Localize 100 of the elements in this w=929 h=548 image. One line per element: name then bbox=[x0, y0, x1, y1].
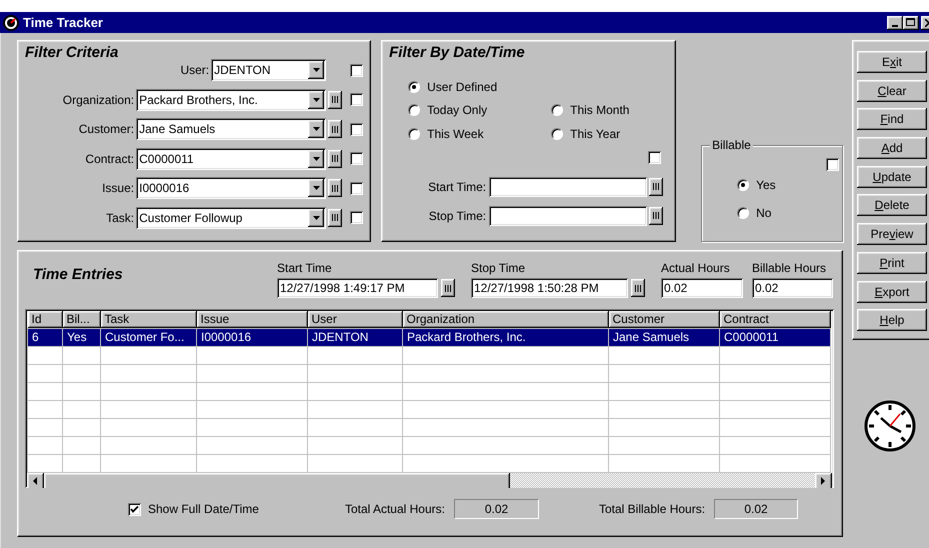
scrollbar-thumb[interactable] bbox=[44, 472, 510, 488]
dropdown-button[interactable] bbox=[308, 179, 324, 197]
action-button[interactable]: Exit bbox=[857, 51, 927, 73]
horizontal-scrollbar[interactable] bbox=[27, 472, 832, 488]
table-cell: C0000011 bbox=[720, 328, 830, 346]
lookup-button[interactable] bbox=[328, 208, 342, 226]
minimize-icon bbox=[892, 24, 898, 26]
input-field[interactable]: 0.02 bbox=[752, 278, 833, 298]
checkbox[interactable] bbox=[648, 150, 662, 164]
combo-box[interactable]: Packard Brothers, Inc. bbox=[136, 88, 326, 110]
left-arrow-icon bbox=[33, 477, 38, 485]
dropdown-button[interactable] bbox=[308, 61, 324, 79]
bars-icon bbox=[635, 284, 641, 292]
action-button[interactable]: Clear bbox=[857, 80, 927, 102]
table-cell: Jane Samuels bbox=[608, 328, 720, 346]
field-label: Start Time bbox=[277, 261, 333, 275]
field-label: User: bbox=[180, 63, 210, 77]
checkbox[interactable] bbox=[826, 158, 839, 171]
radio-button[interactable] bbox=[408, 80, 420, 93]
radio-button[interactable] bbox=[737, 207, 750, 219]
scroll-right-button[interactable] bbox=[815, 472, 832, 488]
column-header[interactable]: Id bbox=[28, 311, 62, 328]
input-field[interactable]: 12/27/1998 1:50:28 PM bbox=[471, 278, 628, 298]
checkbox[interactable] bbox=[350, 93, 364, 106]
column-header[interactable]: Organization bbox=[402, 311, 608, 328]
bars-icon bbox=[332, 126, 338, 132]
field-label: Contract: bbox=[85, 152, 134, 166]
action-button[interactable]: Find bbox=[857, 108, 927, 130]
combo-box[interactable]: C0000011 bbox=[136, 148, 326, 170]
input-field[interactable]: 12/27/1998 1:49:17 PM bbox=[277, 278, 438, 298]
option-label: Yes bbox=[756, 178, 776, 192]
checkbox[interactable] bbox=[350, 64, 364, 76]
column-header[interactable]: Customer bbox=[608, 311, 720, 328]
column-header[interactable]: Contract bbox=[720, 311, 830, 328]
input-field[interactable] bbox=[489, 176, 648, 196]
maximize-icon bbox=[906, 18, 916, 27]
bars-icon bbox=[332, 214, 338, 221]
maximize-button[interactable] bbox=[903, 16, 919, 30]
dropdown-button[interactable] bbox=[308, 120, 324, 138]
column-header[interactable]: Issue bbox=[196, 311, 308, 328]
lookup-button[interactable] bbox=[328, 179, 342, 197]
table-cell: Packard Brothers, Inc. bbox=[402, 328, 608, 346]
lookup-button[interactable] bbox=[328, 90, 342, 108]
lookup-button[interactable] bbox=[649, 206, 664, 224]
clock-icon bbox=[3, 14, 19, 30]
action-button[interactable]: Export bbox=[857, 280, 927, 302]
column-header[interactable]: User bbox=[308, 311, 402, 328]
group-label: Billable bbox=[710, 138, 753, 152]
radio-button[interactable] bbox=[408, 128, 420, 140]
column-header[interactable]: Task bbox=[100, 311, 196, 328]
dropdown-button[interactable] bbox=[308, 150, 324, 168]
combo-box[interactable]: JDENTON bbox=[211, 59, 326, 81]
field-label: Actual Hours bbox=[661, 261, 731, 275]
down-arrow-icon bbox=[312, 68, 320, 72]
scroll-left-button[interactable] bbox=[27, 472, 44, 488]
action-button[interactable]: Help bbox=[857, 309, 927, 332]
table-cell: Yes bbox=[62, 328, 100, 346]
lookup-button[interactable] bbox=[441, 279, 455, 297]
bars-icon bbox=[653, 212, 660, 219]
bars-icon bbox=[332, 184, 338, 192]
field-label: Billable Hours bbox=[752, 261, 828, 275]
lookup-button[interactable] bbox=[649, 178, 664, 196]
input-field[interactable]: 0.02 bbox=[661, 278, 743, 298]
bars-icon bbox=[332, 155, 338, 162]
dropdown-button[interactable] bbox=[308, 90, 324, 108]
combo-box[interactable]: I0000016 bbox=[136, 177, 326, 199]
lookup-button[interactable] bbox=[328, 120, 342, 138]
total-label: Total Billable Hours: bbox=[599, 502, 706, 516]
checkbox[interactable] bbox=[350, 152, 364, 165]
minimize-button[interactable] bbox=[887, 16, 903, 30]
bars-icon bbox=[653, 183, 660, 190]
combo-box[interactable]: Jane Samuels bbox=[136, 118, 326, 140]
checkbox[interactable] bbox=[350, 182, 364, 194]
field-label: Start Time: bbox=[428, 180, 486, 194]
option-label: User Defined bbox=[427, 80, 498, 94]
combo-box[interactable]: Customer Followup bbox=[136, 206, 326, 228]
checkbox[interactable] bbox=[350, 211, 364, 224]
radio-button[interactable] bbox=[551, 128, 564, 140]
action-button[interactable]: Add bbox=[857, 137, 927, 160]
radio-button[interactable] bbox=[408, 104, 420, 116]
table-cell: 6 bbox=[28, 328, 62, 346]
panel-title: Time Entries bbox=[32, 265, 124, 283]
action-button[interactable]: Update bbox=[857, 166, 927, 188]
action-button[interactable]: Delete bbox=[857, 194, 927, 216]
checkbox[interactable] bbox=[128, 502, 141, 516]
table-row[interactable]: 6 Yes Customer Fo... I0000016 JDENTON Packard Brothers, Inc. Jane Samuels C0000011 bbox=[28, 328, 830, 346]
radio-button[interactable] bbox=[551, 104, 564, 116]
checkbox[interactable] bbox=[350, 122, 364, 136]
down-arrow-icon bbox=[312, 186, 320, 190]
lookup-button[interactable] bbox=[328, 150, 342, 168]
column-header[interactable]: Bil... bbox=[62, 311, 100, 328]
field-label: Organization: bbox=[62, 92, 134, 106]
bars-icon bbox=[332, 96, 338, 103]
input-field[interactable] bbox=[489, 206, 648, 226]
lookup-button[interactable] bbox=[631, 279, 645, 297]
action-button[interactable]: Print bbox=[857, 252, 927, 274]
checkbox-label: Show Full Date/Time bbox=[148, 502, 259, 516]
action-button[interactable]: Preview bbox=[857, 223, 927, 246]
radio-button[interactable] bbox=[737, 179, 750, 191]
dropdown-button[interactable] bbox=[308, 208, 324, 226]
